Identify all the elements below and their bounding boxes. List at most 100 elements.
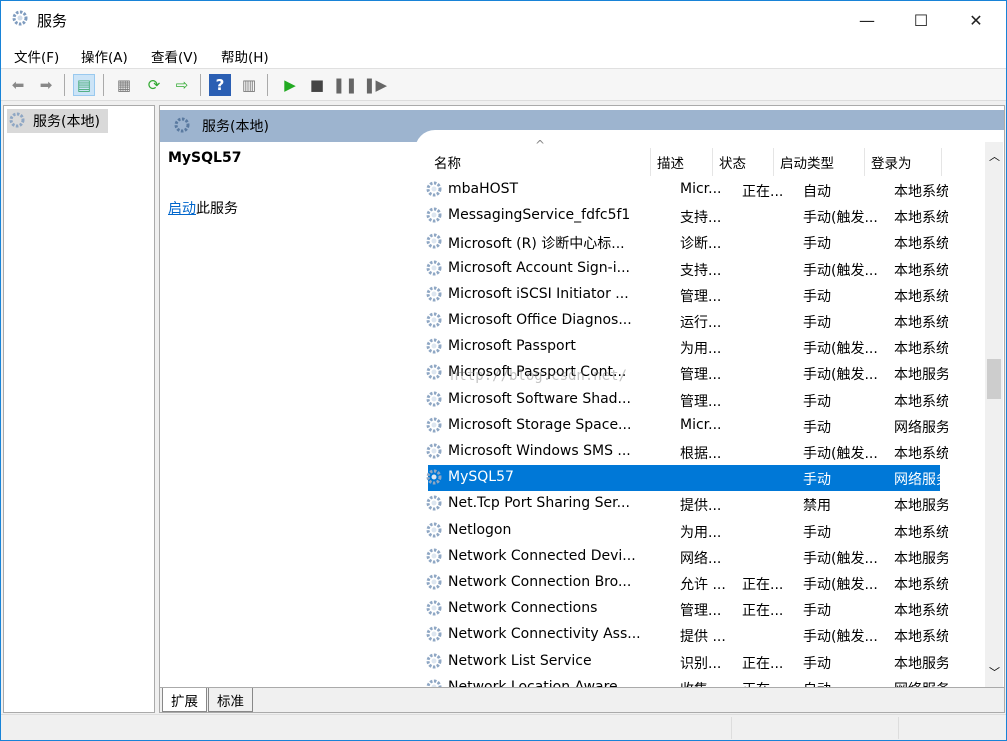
service-name: MySQL57 <box>448 469 514 486</box>
services-pane: 服务(本地) MySQL57 启动此服务 ^ 名称 描述 状态 启动类型 登录为… <box>159 105 1005 713</box>
service-name: Network Connectivity Ass... <box>448 626 641 643</box>
menu-help[interactable]: 帮助(H) <box>221 46 269 66</box>
service-row[interactable]: Network Connected Devi... 网络... 手动(触发... 本地… <box>426 544 948 570</box>
service-name: Network List Service <box>448 652 592 669</box>
service-startup-type: 自动 <box>803 184 831 200</box>
service-row[interactable]: Network List Service 识别... 正在... 手动 本地服务 <box>426 649 948 675</box>
service-name: MessagingService_fdfc5f1 <box>448 207 631 224</box>
service-log-on-as: 本地系统 <box>894 629 948 646</box>
service-startup-type: 手动(触发... <box>803 367 878 384</box>
service-status: 正在... <box>742 577 784 593</box>
gear-icon <box>9 112 25 128</box>
service-gear-icon <box>426 548 442 564</box>
menu-action[interactable]: 操作(A) <box>81 46 128 66</box>
close-button[interactable]: ✕ <box>953 1 999 39</box>
service-row[interactable]: Microsoft Storage Space... Micr... 手动 网络服务 <box>426 413 948 439</box>
service-name: mbaHOST <box>448 181 519 197</box>
service-row[interactable]: Microsoft iSCSI Initiator ... 管理... 手动 本地系统 <box>426 282 948 308</box>
minimize-button[interactable]: — <box>844 1 890 39</box>
service-row[interactable]: Netlogon 为用... 手动 本地系统 <box>426 518 948 544</box>
service-description: 管理... <box>680 367 722 384</box>
service-gear-icon <box>426 600 442 616</box>
column-header-status[interactable]: 状态 <box>713 148 774 176</box>
service-log-on-as: 本地系统 <box>894 603 948 620</box>
service-description: 识别... <box>680 655 722 672</box>
action-pane-icon[interactable]: ▥ <box>238 74 260 96</box>
pause-service-icon[interactable]: ❚❚ <box>332 74 357 96</box>
service-startup-type: 手动(触发... <box>803 210 878 227</box>
show-hide-tree-icon[interactable]: ▤ <box>73 74 95 96</box>
service-description: 为用... <box>680 341 722 358</box>
service-row[interactable]: Microsoft Passport 为用... 手动(触发... 本地系统 <box>426 334 948 360</box>
service-gear-icon <box>426 391 442 407</box>
scroll-down-icon[interactable]: ﹀ <box>989 664 1000 680</box>
start-service-icon[interactable]: ▶ <box>279 74 301 96</box>
menu-file[interactable]: 文件(F) <box>14 46 59 66</box>
tree-node-services-local[interactable]: 服务(本地) <box>7 109 108 133</box>
gear-icon <box>174 117 190 133</box>
service-row[interactable]: Microsoft Windows SMS ... 根据... 手动(触发... 本地… <box>426 439 948 465</box>
column-header-log-on-as[interactable]: 登录为 <box>865 148 942 176</box>
service-log-on-as: 本地系统 <box>894 341 948 358</box>
back-arrow-icon[interactable]: ⬅ <box>7 74 29 96</box>
tab-standard[interactable]: 标准 <box>208 688 253 712</box>
service-row[interactable]: Microsoft Software Shad... 管理... 手动 本地系统 <box>426 387 948 413</box>
service-startup-type: 手动 <box>803 524 831 541</box>
service-description: 允许 ... <box>680 577 726 593</box>
service-row[interactable]: MySQL57 手动 网络服务 <box>426 465 948 492</box>
services-list: ^ 名称 描述 状态 启动类型 登录为 mbaHOST Micr... 正在... 自… <box>415 138 1004 698</box>
column-header-name[interactable]: 名称 <box>428 148 651 176</box>
service-row[interactable]: Microsoft Account Sign-i... 支持... 手动(触发...… <box>426 256 948 282</box>
forward-arrow-icon[interactable]: ➡ <box>35 74 57 96</box>
service-startup-type: 手动 <box>803 472 831 489</box>
export-list-icon[interactable]: ⇨ <box>171 74 193 96</box>
service-log-on-as: 本地服务 <box>894 498 948 515</box>
service-row[interactable]: Network Connectivity Ass... 提供 ... 手动(触发..… <box>426 622 948 648</box>
service-gear-icon <box>426 286 442 302</box>
service-description: 诊断... <box>680 236 722 253</box>
service-row[interactable]: Network Connection Bro... 允许 ... 正在... 手动(触… <box>426 570 948 596</box>
service-description: 支持... <box>680 210 722 227</box>
service-startup-type: 手动(触发... <box>803 550 878 567</box>
service-startup-type: 手动 <box>803 236 831 253</box>
service-name: Network Connections <box>448 600 598 617</box>
service-log-on-as: 本地系统 <box>894 446 948 462</box>
maximize-button[interactable]: ☐ <box>898 1 944 39</box>
service-description: Micr... <box>680 181 722 197</box>
properties-icon[interactable]: ▦ <box>113 74 135 96</box>
column-header-description[interactable]: 描述 <box>651 148 713 176</box>
service-log-on-as: 本地服务 <box>894 550 948 567</box>
service-description: 支持... <box>680 262 722 279</box>
service-log-on-as: 本地系统 <box>894 210 948 227</box>
service-row[interactable]: MessagingService_fdfc5f1 支持... 手动(触发... 本地系… <box>426 203 948 229</box>
service-gear-icon <box>426 207 442 223</box>
service-row[interactable]: Microsoft (R) 诊断中心标... 诊断... 手动 本地系统 <box>426 229 948 255</box>
restart-service-icon[interactable]: ❚▶ <box>363 74 387 96</box>
menu-view[interactable]: 查看(V) <box>151 46 198 66</box>
service-row[interactable]: mbaHOST Micr... 正在... 自动 本地系统 <box>426 177 948 203</box>
vertical-scrollbar[interactable]: ︿ ﹀ <box>985 142 1003 687</box>
pane-header-title: 服务(本地) <box>202 119 269 135</box>
tab-extended[interactable]: 扩展 <box>162 688 207 712</box>
help-icon[interactable]: ? <box>209 74 231 96</box>
service-gear-icon <box>426 338 442 354</box>
scrollbar-thumb[interactable] <box>987 359 1001 399</box>
stop-service-icon[interactable]: ■ <box>306 74 328 96</box>
service-name: Microsoft Storage Space... <box>448 416 632 433</box>
column-header-startup-type[interactable]: 启动类型 <box>774 148 865 176</box>
service-name: Microsoft Software Shad... <box>448 390 631 407</box>
service-gear-icon <box>426 626 442 642</box>
view-tabs: 扩展 标准 <box>160 687 1004 712</box>
start-service-link[interactable]: 启动 <box>168 201 196 217</box>
refresh-icon[interactable]: ⟳ <box>143 74 165 96</box>
service-name: Net.Tcp Port Sharing Ser... <box>448 495 630 512</box>
service-row[interactable]: Net.Tcp Port Sharing Ser... 提供... 禁用 本地服务 <box>426 491 948 517</box>
service-name: Microsoft Windows SMS ... <box>448 443 631 459</box>
service-row[interactable]: Network Connections 管理... 正在... 手动 本地系统 <box>426 596 948 622</box>
scroll-up-icon[interactable]: ︿ <box>989 148 1000 164</box>
service-row[interactable]: Microsoft Office Diagnos... 运行... 手动 本地系统 <box>426 308 948 334</box>
service-name: Microsoft Account Sign-i... <box>448 259 630 276</box>
service-gear-icon <box>426 233 442 249</box>
service-name: Microsoft iSCSI Initiator ... <box>448 285 629 302</box>
service-description: 管理... <box>680 603 722 620</box>
